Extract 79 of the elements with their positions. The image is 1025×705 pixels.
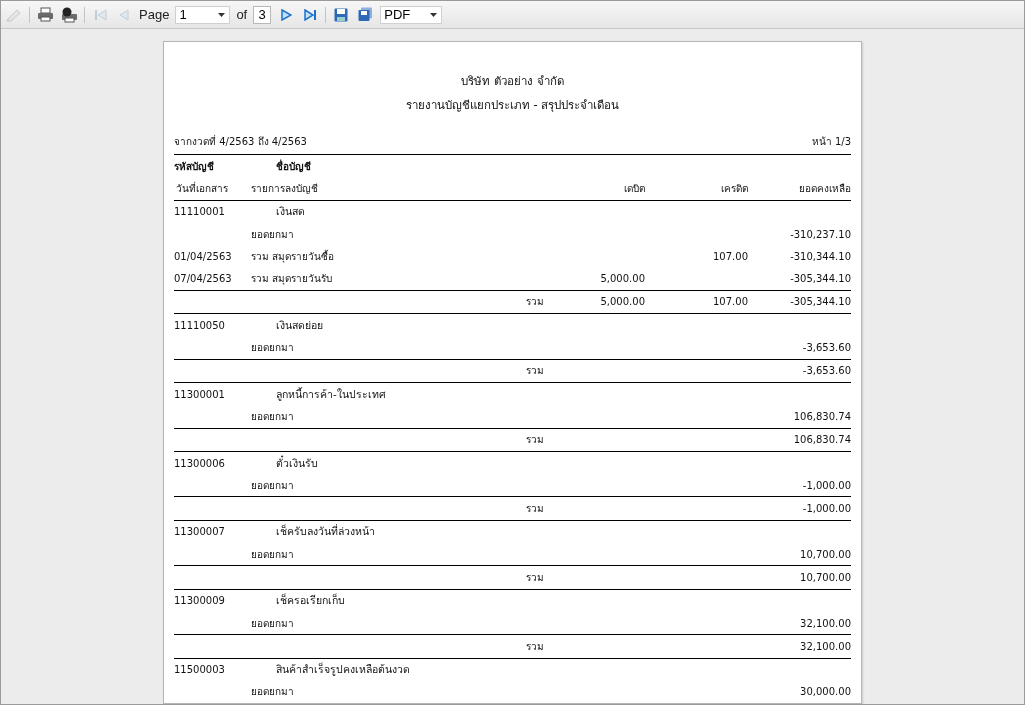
page-number-dropdown[interactable]: 1 bbox=[175, 5, 231, 24]
entry-description: ยอดยกมา bbox=[251, 409, 295, 424]
account-code: 11300001 bbox=[174, 388, 226, 400]
balance-amount: 106,830.74 bbox=[792, 410, 851, 422]
page-count-field: 3 bbox=[253, 5, 272, 24]
entry-description: ยอดยกมา bbox=[251, 341, 295, 355]
total-label: รวม bbox=[525, 639, 544, 654]
report-title: รายงานบัญชีแยกประเภท - สรุปประจำเดือน bbox=[404, 97, 621, 114]
page-indicator: หน้า 1/3 bbox=[811, 135, 851, 149]
account-code: 11300009 bbox=[174, 595, 226, 607]
account-name: เช็ครับลงวันที่ล่วงหน้า bbox=[275, 523, 376, 540]
entry-description: ยอดยกมา bbox=[251, 227, 295, 242]
account-code: 11110001 bbox=[174, 206, 226, 218]
first-page-icon bbox=[93, 8, 107, 21]
floppy-disks-icon bbox=[357, 7, 373, 22]
balance-amount: -1,000.00 bbox=[801, 479, 851, 491]
entry-description: รวม สมุดรายวันรับ bbox=[251, 272, 334, 287]
column-header: วันที่เอกสาร bbox=[175, 180, 229, 196]
account-name: เงินสด bbox=[275, 204, 306, 220]
total-label: รวม bbox=[525, 364, 544, 379]
debit-amount: 5,000.00 bbox=[599, 273, 645, 285]
column-header: รหัสบัญชี bbox=[174, 159, 215, 174]
entry-description: ยอดยกมา bbox=[251, 547, 295, 562]
printer-icon bbox=[60, 6, 78, 23]
save-as-button[interactable] bbox=[356, 5, 375, 24]
entry-description: ยอดยกมา bbox=[251, 685, 295, 700]
total-label: รวม bbox=[525, 433, 544, 448]
period-text: จากงวดที่ 4/2563 ถึง 4/2563 bbox=[174, 134, 307, 149]
entry-description: ยอดยกมา bbox=[251, 478, 295, 493]
previous-page-icon bbox=[119, 8, 129, 21]
balance-total: 106,830.74 bbox=[792, 434, 851, 446]
of-label: of bbox=[236, 7, 248, 22]
column-header: รายการลงบัญชี bbox=[251, 181, 319, 196]
total-label: รวม bbox=[525, 571, 544, 585]
document-date: 01/04/2563 bbox=[174, 250, 233, 262]
account-name: สินค้าสำเร็จรูปคงเหลือต้นงวด bbox=[275, 661, 411, 678]
column-header: ยอดคงเหลือ bbox=[798, 181, 851, 196]
balance-total: -1,000.00 bbox=[801, 503, 851, 515]
print-button[interactable] bbox=[36, 5, 54, 24]
account-name: ลูกหนี้การค้า-ในประเทศ bbox=[275, 386, 387, 403]
account-code: 11300007 bbox=[174, 526, 226, 538]
pencil-icon bbox=[6, 7, 22, 22]
credit-amount: 107.00 bbox=[712, 250, 748, 262]
balance-amount: 32,100.00 bbox=[799, 617, 851, 629]
entry-description: รวม สมุดรายวันซื้อ bbox=[251, 248, 336, 264]
column-header: ชื่อบัญชี bbox=[275, 158, 312, 174]
total-label: รวม bbox=[525, 295, 544, 310]
balance-amount: -310,344.10 bbox=[789, 250, 851, 262]
total-label: รวม bbox=[525, 502, 544, 517]
dropdown-caret-icon bbox=[218, 12, 226, 17]
account-name: ตั๋วเงินรับ bbox=[275, 454, 319, 471]
column-header: เครดิต bbox=[720, 181, 748, 196]
balance-amount: 10,700.00 bbox=[799, 548, 851, 560]
dropdown-caret-icon bbox=[430, 12, 438, 17]
column-header: เดบิต bbox=[623, 181, 645, 196]
account-code: 11110050 bbox=[174, 319, 226, 331]
account-code: 11500003 bbox=[174, 664, 226, 676]
document-date: 07/04/2563 bbox=[174, 273, 233, 285]
balance-amount: 30,000.00 bbox=[799, 686, 851, 698]
page-label: Page bbox=[139, 7, 170, 22]
next-page-icon bbox=[280, 8, 292, 21]
balance-total: -305,344.10 bbox=[789, 296, 851, 308]
export-format-dropdown[interactable]: PDF bbox=[380, 5, 443, 24]
debit-total: 5,000.00 bbox=[599, 296, 645, 308]
balance-total: -3,653.60 bbox=[801, 365, 851, 377]
balance-total: 32,100.00 bbox=[799, 640, 851, 652]
balance-total: 10,700.00 bbox=[799, 572, 851, 583]
account-name: เช็ครอเรียกเก็บ bbox=[275, 592, 346, 609]
company-name: บริษัท ตัวอย่าง จำกัด bbox=[460, 73, 565, 90]
account-code: 11300006 bbox=[174, 457, 226, 469]
entry-description: ยอดยกมา bbox=[251, 616, 295, 631]
printer-icon bbox=[36, 7, 54, 22]
credit-total: 107.00 bbox=[712, 296, 748, 308]
last-page-icon bbox=[303, 8, 317, 21]
balance-amount: -305,344.10 bbox=[789, 273, 851, 285]
account-name: เงินสดย่อย bbox=[275, 317, 324, 333]
balance-amount: -3,653.60 bbox=[801, 342, 851, 353]
balance-amount: -310,237.10 bbox=[789, 228, 851, 240]
print-page-button[interactable] bbox=[60, 5, 78, 24]
